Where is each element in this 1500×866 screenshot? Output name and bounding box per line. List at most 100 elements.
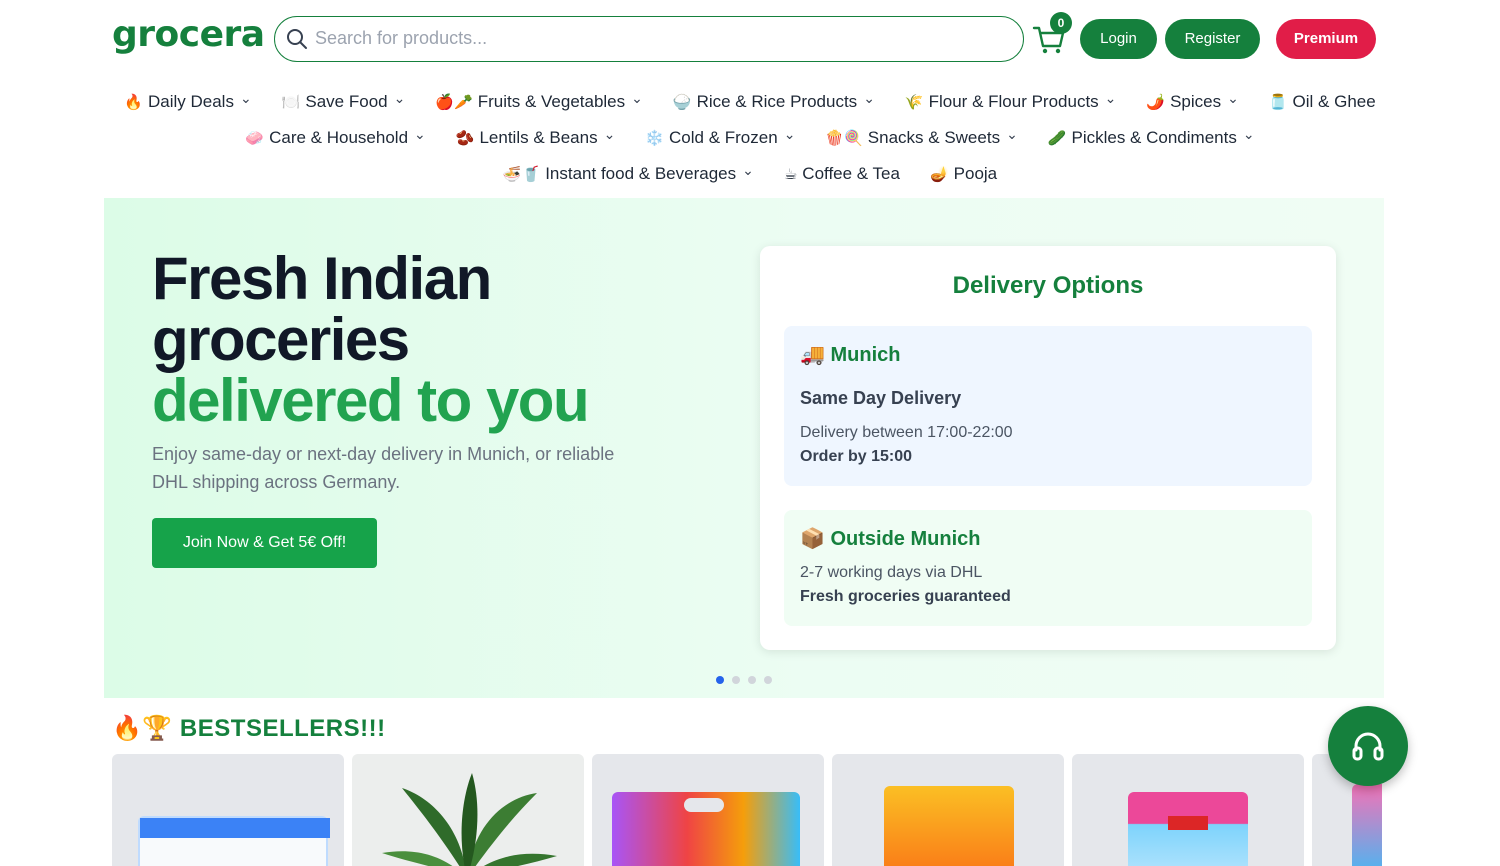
category-icon: 🫘 [455, 130, 475, 147]
munich-delivery-option: 🚚 Munich Same Day Delivery Delivery betw… [784, 326, 1312, 486]
category-pooja[interactable]: 🪔 Pooja [930, 164, 997, 184]
category-care-and-household[interactable]: 🧼 Care & Household ⌄ [245, 126, 426, 148]
category-icon: ☕ [783, 166, 798, 183]
category-spices[interactable]: 🌶️ Spices ⌄ [1146, 90, 1239, 112]
category-label: Spices [1170, 92, 1222, 111]
category-nav-row: 🔥 Daily Deals ⌄ 🍽️ Save Food ⌄ 🍎🥕 Fruits & Vege… [0, 84, 1500, 120]
outside-munich-heading-label: Outside Munich [830, 528, 981, 550]
product-card-curry-leaves[interactable] [352, 754, 584, 866]
chevron-down-icon: ⌄ [1104, 90, 1117, 106]
bestsellers-heading: 🔥🏆 BESTSELLERS!!! [112, 715, 386, 742]
login-button[interactable]: Login [1080, 19, 1157, 59]
category-icon: 🧼 [245, 130, 265, 147]
category-oil-and-ghee[interactable]: 🫙 Oil & Ghee [1269, 92, 1376, 112]
hero-title-line: groceries [152, 306, 410, 373]
category-icon: 🌶️ [1146, 94, 1166, 111]
category-instant-food-and-beverages[interactable]: 🍜🥤 Instant food & Beverages ⌄ [503, 163, 754, 184]
carousel-dot[interactable] [716, 676, 724, 684]
carousel-dot[interactable] [748, 676, 756, 684]
category-icon: 🥒 [1047, 130, 1067, 147]
category-label: Care & Household [269, 128, 409, 147]
headset-icon [1352, 732, 1384, 761]
category-icon: ❄️ [645, 130, 665, 147]
category-label: Fruits & Vegetables [477, 92, 626, 111]
product-card-aashirvaad-atta[interactable] [832, 754, 1064, 866]
delivery-window-text: Delivery between 17:00-22:00 [800, 424, 1013, 441]
support-chat-button[interactable] [1328, 706, 1408, 786]
category-fruits-and-vegetables[interactable]: 🍎🥕 Fruits & Vegetables ⌄ [435, 91, 643, 112]
category-label: Pickles & Condiments [1071, 128, 1237, 147]
page: grocera 0 Login Register Premium 🔥Daily … [0, 0, 1500, 866]
hero-banner: Fresh Indian groceries delivered to you … [104, 198, 1384, 698]
chevron-down-icon: ⌄ [1006, 126, 1018, 142]
chevron-down-icon: ⌄ [1242, 126, 1255, 142]
product-image [884, 786, 1014, 866]
register-button[interactable]: Register [1165, 19, 1260, 59]
join-now-button[interactable]: Join Now & Get 5€ Off! [152, 518, 377, 568]
product-card-paneer[interactable] [112, 754, 344, 866]
category-snacks-and-sweets[interactable]: 🍿🍭 Snacks & Sweets ⌄ [825, 126, 1018, 148]
hero-title-line: Fresh Indian [152, 245, 492, 312]
category-icon: 🍿🍭 [825, 130, 863, 147]
munich-heading: 🚚 Munich [800, 342, 900, 367]
search-icon [287, 29, 307, 49]
premium-button[interactable]: Premium [1276, 19, 1376, 59]
package-stripe [140, 818, 330, 838]
category-icon: 🍎🥕 [435, 94, 473, 111]
category-coffee-and-tea[interactable]: ☕ Coffee & Tea [784, 164, 900, 184]
category-icon: 🫙 [1268, 94, 1288, 111]
chevron-down-icon: ⌄ [783, 126, 796, 142]
package-icon: 📦 [800, 528, 825, 550]
chevron-down-icon: ⌄ [393, 90, 406, 106]
bag-handle [684, 798, 724, 812]
category-label: Daily Deals [147, 92, 234, 111]
product-card-trs-mung-dal[interactable] [1072, 754, 1304, 866]
category-flour-and-flour-products[interactable]: 🌾 Flour & Flour Products ⌄ [904, 90, 1117, 112]
grocera-logo[interactable]: grocera [112, 14, 265, 55]
category-label: Coffee & Tea [802, 164, 900, 183]
category-nav-row: 🧼 Care & Household ⌄ 🫘 Lentils & Beans ⌄ ❄️ Col… [0, 120, 1500, 156]
category-rice-and-rice-products[interactable]: 🍚 Rice & Rice Products ⌄ [672, 90, 875, 112]
category-label: Flour & Flour Products [928, 92, 1099, 111]
category-nav-row: 🍜🥤 Instant food & Beverages ⌄ ☕ Coffee & Tea… [0, 156, 1500, 192]
category-label: Save Food [305, 92, 388, 111]
category-pickles-and-condiments[interactable]: 🥒 Pickles & Condiments ⌄ [1047, 126, 1255, 148]
category-icon: 🍚 [672, 94, 692, 111]
dhl-shipping-text: 2-7 working days via DHL [800, 564, 983, 581]
chevron-down-icon: ⌄ [239, 90, 252, 106]
category-label: Pooja [953, 164, 998, 183]
category-daily-deals[interactable]: 🔥 Daily Deals ⌄ [124, 90, 252, 112]
product-image [612, 792, 800, 866]
same-day-delivery-label: Same Day Delivery [800, 388, 962, 408]
outside-munich-heading: 📦 Outside Munich [800, 526, 980, 551]
bestsellers-carousel [112, 754, 1382, 866]
search-bar [274, 16, 1024, 62]
category-icon: 🍽️ [281, 94, 301, 111]
chevron-down-icon: ⌄ [414, 126, 426, 142]
product-card-idly-dosa-batter[interactable] [592, 754, 824, 866]
product-image [1352, 784, 1382, 866]
category-label: Lentils & Beans [479, 128, 598, 147]
carousel-dot[interactable] [732, 676, 740, 684]
category-icon: 🔥 [124, 94, 143, 111]
order-cutoff-text: Order by 15:00 [800, 448, 913, 465]
chevron-down-icon: ⌄ [1227, 90, 1239, 106]
category-icon: 🪔 [929, 166, 949, 183]
category-label: Snacks & Sweets [867, 128, 1001, 147]
munich-heading-label: Munich [830, 344, 901, 366]
category-save-food[interactable]: 🍽️ Save Food ⌄ [281, 90, 406, 112]
delivery-options-card: Delivery Options 🚚 Munich Same Day Deliv… [760, 246, 1336, 650]
header: grocera 0 Login Register Premium [0, 0, 1500, 80]
hero-subtitle: Enjoy same-day or next-day delivery in M… [152, 444, 615, 492]
chevron-down-icon: ⌄ [863, 90, 875, 106]
carousel-dots [716, 676, 772, 684]
category-lentils-and-beans[interactable]: 🫘 Lentils & Beans ⌄ [455, 126, 616, 148]
outside-munich-option: 📦 Outside Munich 2-7 working days via DH… [784, 510, 1312, 626]
search-input[interactable] [315, 17, 1005, 60]
brand-label [1168, 816, 1208, 830]
category-cold-and-frozen[interactable]: ❄️ Cold & Frozen ⌄ [645, 126, 796, 148]
category-icon: 🌾 [904, 94, 924, 111]
chevron-down-icon: ⌄ [603, 126, 616, 142]
carousel-dot[interactable] [764, 676, 772, 684]
truck-icon: 🚚 [800, 344, 825, 366]
